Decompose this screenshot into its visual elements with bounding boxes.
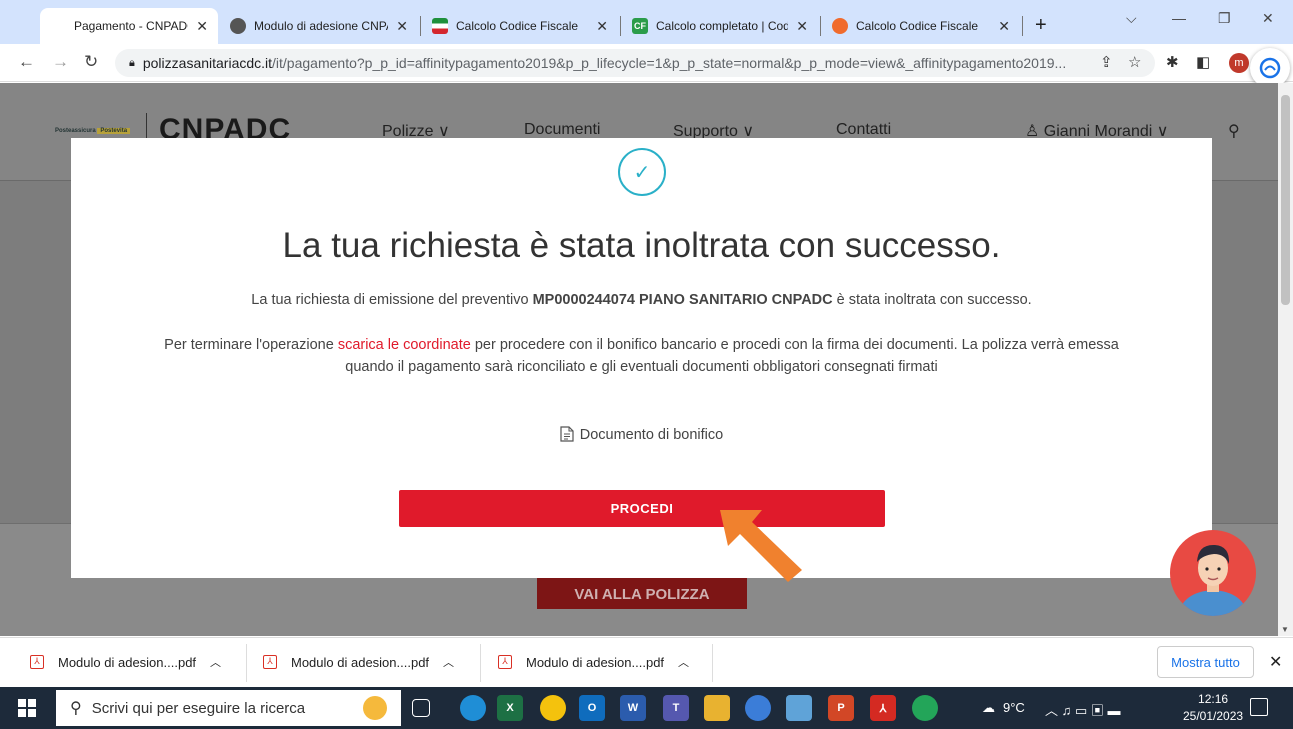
address-bar[interactable]: 🔒︎ polizzasanitariacdc.it/it/pagamento?p…	[115, 49, 1155, 77]
show-all-downloads-button[interactable]: Mostra tutto	[1157, 646, 1254, 678]
download-item[interactable]: ⅄ Modulo di adesion....pdf ︿	[263, 654, 454, 670]
share-icon[interactable]: ⇪	[1100, 53, 1113, 71]
new-tab-button[interactable]: +	[1035, 14, 1047, 37]
scarica-coordinate-link[interactable]: scarica le coordinate	[338, 337, 471, 353]
extensions-puzzle-icon[interactable]: ✱	[1166, 53, 1179, 71]
taskbar-search[interactable]: ⚲ Scrivi qui per eseguire la ricerca	[56, 690, 401, 726]
weather-icon[interactable]: ☁	[982, 700, 995, 716]
minimize-icon[interactable]: —	[1172, 10, 1186, 26]
document-icon	[560, 426, 574, 442]
search-icon: ⚲	[70, 700, 82, 717]
url-path: /it/pagamento?p_p_id=affinitypagamento20…	[272, 55, 1067, 71]
profile-avatar[interactable]: m	[1229, 53, 1249, 73]
tab-pagamento[interactable]: Pagamento - CNPADC ✕	[40, 8, 218, 44]
reload-icon[interactable]: ↻	[84, 52, 98, 72]
tab-title: Calcolo Codice Fiscale	[456, 19, 579, 33]
globe-icon	[230, 18, 246, 34]
download-item[interactable]: ⅄ Modulo di adesion....pdf ︿	[498, 654, 689, 670]
downloads-bar: ⅄ Modulo di adesion....pdf ︿ ⅄ Modulo di ad…	[0, 637, 1293, 687]
chevron-up-icon[interactable]: ︿	[210, 654, 221, 670]
tab-title: Pagamento - CNPADC	[74, 19, 189, 33]
download-item[interactable]: ⅄ Modulo di adesion....pdf ︿	[30, 654, 221, 670]
acrobat-icon[interactable]: ⅄	[870, 695, 896, 721]
teams-icon[interactable]: T	[663, 695, 689, 721]
chrome-profile-icon[interactable]	[912, 695, 938, 721]
poste-logo: Posteassicura Postevita	[55, 128, 131, 134]
cf-flag-icon	[432, 18, 448, 34]
pdf-icon: ⅄	[498, 655, 512, 669]
close-tab-icon[interactable]: ✕	[196, 18, 208, 35]
excel-icon[interactable]: X	[497, 695, 523, 721]
lock-icon: 🔒︎	[129, 56, 135, 69]
tab-title: Modulo di adesione CNPA	[254, 19, 389, 33]
system-tray-icons[interactable]: ︿ ♫ ▭ ▣ ▬	[1045, 700, 1120, 719]
taskbar-clock[interactable]: 12:16 25/01/2023	[1183, 691, 1243, 725]
task-view-icon[interactable]	[412, 699, 430, 717]
tab-modulo-adesione[interactable]: Modulo di adesione CNPA ✕	[220, 8, 418, 44]
modal-title: La tua richiesta è stata inoltrata con s…	[282, 226, 1001, 265]
bookmark-star-icon[interactable]: ☆	[1128, 53, 1141, 71]
close-tab-icon[interactable]: ✕	[998, 18, 1010, 35]
app-icon[interactable]	[745, 695, 771, 721]
site-search-icon[interactable]: ⚲	[1228, 121, 1240, 141]
file-explorer-icon[interactable]	[704, 695, 730, 721]
windows-start-icon[interactable]	[18, 699, 36, 717]
close-window-icon[interactable]: ✕	[1262, 10, 1274, 27]
restore-icon[interactable]: ❐	[1218, 10, 1231, 27]
scroll-down-icon[interactable]: ▼	[1281, 625, 1289, 634]
clock-date: 25/01/2023	[1183, 709, 1244, 723]
url-domain: polizzasanitariacdc.it	[142, 55, 273, 71]
close-tab-icon[interactable]: ✕	[596, 18, 608, 35]
side-panel-icon[interactable]: ◧	[1196, 53, 1210, 71]
nav-documenti[interactable]: Documenti	[524, 121, 600, 139]
browser-toolbar: ← → ↻ 🔒︎ polizzasanitariacdc.it/it/pagam…	[0, 44, 1293, 82]
page-scrollbar[interactable]: ▼	[1278, 83, 1293, 636]
success-check-icon: ✓	[618, 148, 666, 196]
chat-extension-icon[interactable]	[1250, 48, 1290, 88]
tab-calcolo-codice-fiscale-2[interactable]: Calcolo Codice Fiscale ✕	[822, 8, 1020, 44]
close-tab-icon[interactable]: ✕	[396, 18, 408, 35]
tab-strip: Pagamento - CNPADC ✕ Modulo di adesione …	[0, 0, 1293, 44]
tab-search-icon[interactable]: ⌵	[1126, 10, 1137, 27]
orange-circle-icon	[832, 18, 848, 34]
pdf-icon: ⅄	[263, 655, 277, 669]
notes-icon[interactable]	[786, 695, 812, 721]
tab-title: Calcolo completato | Cod	[656, 19, 789, 33]
back-icon[interactable]: ←	[18, 52, 35, 72]
cf-logo-icon: CF	[632, 18, 648, 34]
edge-icon[interactable]	[460, 695, 486, 721]
cnpadc-favicon-icon	[50, 18, 66, 34]
documento-bonifico-link[interactable]: Documento di bonifico	[71, 426, 1212, 443]
tab-calcolo-completato[interactable]: CF Calcolo completato | Cod ✕	[622, 8, 818, 44]
weather-temp[interactable]: 9°C	[1003, 700, 1025, 715]
close-tab-icon[interactable]: ✕	[796, 18, 808, 35]
procedi-button[interactable]: PROCEDI	[399, 490, 885, 527]
modal-message: La tua richiesta di emissione del preven…	[251, 292, 1032, 308]
outlook-icon[interactable]: O	[579, 695, 605, 721]
windows-taskbar: ⚲ Scrivi qui per eseguire la ricerca X O…	[0, 687, 1293, 729]
success-modal: ✓ La tua richiesta è stata inoltrata con…	[71, 138, 1212, 578]
scroll-thumb[interactable]	[1281, 95, 1290, 305]
annotation-arrow	[720, 510, 802, 582]
forward-icon[interactable]: →	[52, 52, 69, 72]
notifications-icon[interactable]	[1250, 698, 1268, 716]
chevron-up-icon[interactable]: ︿	[443, 654, 454, 670]
tab-title: Calcolo Codice Fiscale	[856, 19, 979, 33]
chrome-icon[interactable]	[540, 695, 566, 721]
chevron-up-icon[interactable]: ︿	[678, 654, 689, 670]
quote-number: MP0000244074 PIANO SANITARIO CNPADC	[532, 292, 833, 308]
chatbot-avatar[interactable]	[1170, 530, 1256, 616]
pdf-icon: ⅄	[30, 655, 44, 669]
close-downloads-icon[interactable]: ✕	[1269, 652, 1282, 672]
powerpoint-icon[interactable]: P	[828, 695, 854, 721]
clock-time: 12:16	[1198, 692, 1229, 706]
taskbar-search-placeholder: Scrivi qui per eseguire la ricerca	[91, 699, 306, 717]
modal-instructions: Per terminare l'operazione scarica le co…	[164, 337, 1119, 375]
nav-contatti[interactable]: Contatti	[836, 121, 891, 139]
word-icon[interactable]: W	[620, 695, 646, 721]
search-highlight-icon	[363, 696, 387, 720]
tab-calcolo-codice-fiscale[interactable]: Calcolo Codice Fiscale ✕	[422, 8, 618, 44]
